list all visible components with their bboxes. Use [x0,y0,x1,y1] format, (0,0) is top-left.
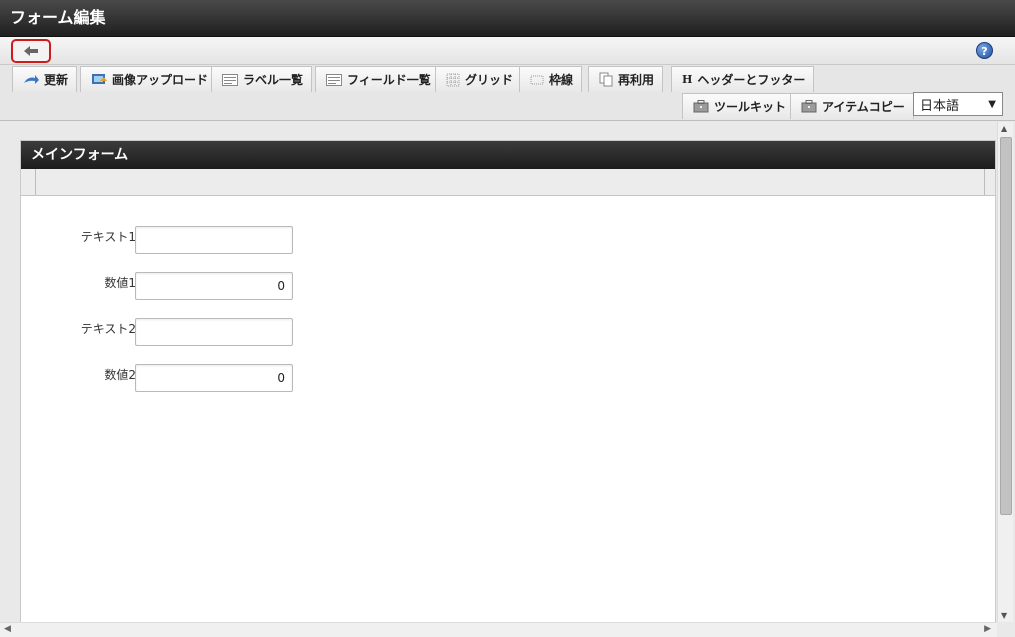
tab-grid[interactable]: グリッド [435,66,523,92]
tab-label-list[interactable]: ラベル一覧 [211,66,313,92]
tab-label-list-label: ラベル一覧 [243,73,304,87]
tab-item-copy-label: アイテムコピー [822,100,905,114]
tab-border-label: 枠線 [549,73,574,87]
scroll-up-icon[interactable]: ▲ [1001,124,1007,133]
help-button[interactable]: ? [976,42,993,59]
tab-field-list[interactable]: フィールド一覧 [315,66,440,92]
field-row: テキスト1 [21,226,321,256]
caret-down-icon: ▼ [988,98,996,110]
tab-item-copy[interactable]: アイテムコピー [790,93,914,119]
number-input[interactable]: 0 [135,364,293,392]
tab-header-footer[interactable]: H ヘッダーとフッター [671,66,815,92]
form-panel: メインフォーム テキスト1 数値1 0 テキスト2 数値2 0 [20,140,996,623]
divider [35,169,36,195]
tab-field-list-label: フィールド一覧 [347,73,431,87]
list-icon [222,73,238,86]
tab-reuse[interactable]: 再利用 [588,66,664,92]
panel-title: メインフォーム [21,141,995,169]
scroll-down-icon[interactable]: ▼ [1001,611,1007,620]
divider [984,169,985,195]
text-input[interactable] [135,318,293,346]
number-input[interactable]: 0 [135,272,293,300]
scroll-left-icon[interactable]: ◀ [4,624,11,634]
tab-toolkit-label: ツールキット [714,100,787,114]
text-input[interactable] [135,226,293,254]
panel-header-bar [21,169,995,196]
toolbar: 更新 画像アップロード ラベル一覧 フィールド一覧 グリッド 枠線 再利用 H … [0,65,1015,121]
grid-icon [446,73,460,87]
scrollbar-thumb[interactable] [1000,137,1012,515]
tab-image-upload[interactable]: 画像アップロード [80,66,218,92]
language-select[interactable]: 日本語 ▼ [913,92,1003,116]
border-icon [530,75,544,85]
window-title: フォーム編集 [0,0,1015,37]
horizontal-scrollbar[interactable]: ◀ ▶ [0,622,997,637]
field-label: 数値2 [104,368,136,382]
language-select-value: 日本語 [920,98,960,114]
field-label: 数値1 [104,276,136,290]
image-upload-icon [91,73,107,87]
field-label: テキスト1 [80,230,136,244]
tab-reuse-label: 再利用 [618,73,655,87]
field-row: 数値2 0 [21,364,321,394]
tab-update[interactable]: 更新 [12,66,78,92]
scroll-right-icon[interactable]: ▶ [984,624,991,634]
top-bar: ? [0,37,1015,65]
back-button[interactable] [11,39,51,63]
toolbox-icon [693,100,709,113]
header-icon: H [682,73,693,86]
tab-header-footer-label: ヘッダーとフッター [697,73,806,87]
tab-toolkit[interactable]: ツールキット [682,93,796,119]
toolbox-icon [801,100,817,113]
field-row: テキスト2 [21,318,321,348]
back-arrow-icon [24,46,38,56]
main-area: メインフォーム テキスト1 数値1 0 テキスト2 数値2 0 ▲ ▼ ◀ ▶ [0,122,1015,637]
tab-image-upload-label: 画像アップロード [112,73,209,87]
tab-border[interactable]: 枠線 [519,66,583,92]
field-row: 数値1 0 [21,272,321,302]
copy-icon [599,72,613,87]
tab-grid-label: グリッド [465,73,514,87]
vertical-scrollbar[interactable]: ▲ ▼ [997,122,1013,622]
list-icon [326,73,342,86]
update-icon [23,74,39,86]
tab-update-label: 更新 [44,73,69,87]
field-label: テキスト2 [80,322,136,336]
